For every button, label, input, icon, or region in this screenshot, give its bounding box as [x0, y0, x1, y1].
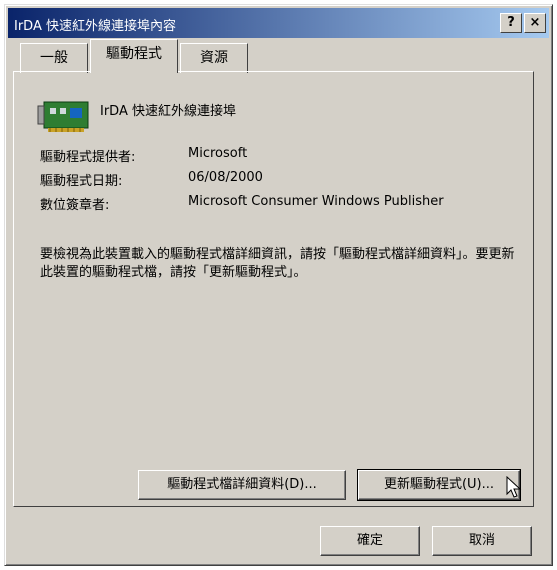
tab-driver[interactable]: 驅動程式 — [90, 39, 178, 73]
update-driver-button[interactable]: 更新驅動程式(U)... — [357, 469, 521, 501]
ok-button[interactable]: 確定 — [320, 526, 420, 556]
title-bar[interactable]: IrDA 快速紅外線連接埠內容 ? × — [8, 8, 549, 38]
date-label: 驅動程式日期: — [40, 174, 123, 189]
device-name: IrDA 快速紅外線連接埠 — [100, 104, 236, 119]
close-button[interactable]: × — [524, 13, 546, 33]
mouse-pointer-icon — [506, 476, 522, 498]
date-value: 06/08/2000 — [188, 170, 263, 185]
network-card-icon — [37, 101, 89, 132]
tab-resources[interactable]: 資源 — [180, 43, 248, 73]
tab-panel — [13, 71, 534, 507]
signer-value: Microsoft Consumer Windows Publisher — [188, 194, 444, 209]
cancel-button[interactable]: 取消 — [432, 526, 532, 556]
provider-value: Microsoft — [188, 146, 248, 161]
tab-general[interactable]: 一般 — [20, 43, 88, 73]
driver-details-button[interactable]: 驅動程式檔詳細資料(D)... — [138, 470, 346, 500]
signer-label: 數位簽章者: — [40, 198, 110, 213]
help-button[interactable]: ? — [500, 13, 522, 33]
provider-label: 驅動程式提供者: — [40, 150, 136, 165]
description-text: 要檢視為此裝置載入的驅動程式檔詳細資訊，請按「驅動程式檔詳細資料」。要更新此裝置… — [40, 247, 515, 280]
window-title: IrDA 快速紅外線連接埠內容 — [14, 19, 176, 34]
